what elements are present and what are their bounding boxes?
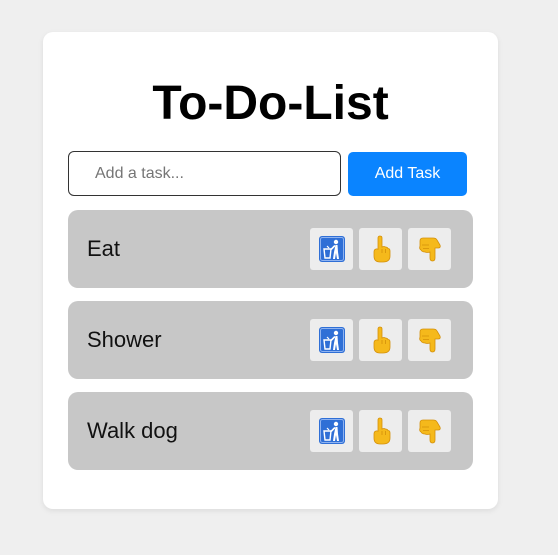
pointing-up-icon: [373, 235, 390, 263]
pointing-down-icon: [418, 237, 441, 262]
task-actions: [310, 228, 451, 270]
move-up-button[interactable]: [359, 319, 402, 361]
task-actions: [310, 319, 451, 361]
litter-in-bin-icon: [318, 327, 345, 353]
task-item: Shower: [68, 301, 473, 379]
pointing-up-icon: [373, 326, 390, 354]
task-label: Eat: [87, 236, 121, 261]
move-up-button[interactable]: [359, 228, 402, 270]
task-label: Shower: [87, 327, 162, 352]
task-list: Eat Shower Walk dog: [68, 210, 473, 483]
delete-task-button[interactable]: [310, 410, 353, 452]
task-label: Walk dog: [87, 418, 178, 443]
task-item: Walk dog: [68, 392, 473, 470]
pointing-up-icon: [373, 417, 390, 445]
move-up-button[interactable]: [359, 410, 402, 452]
todo-card: To-Do-List Add Task Eat: [43, 32, 498, 509]
litter-in-bin-icon: [318, 236, 345, 262]
page-title: To-Do-List: [152, 77, 389, 130]
pointing-down-icon: [418, 419, 441, 444]
move-down-button[interactable]: [408, 319, 451, 361]
move-down-button[interactable]: [408, 410, 451, 452]
task-actions: [310, 410, 451, 452]
move-down-button[interactable]: [408, 228, 451, 270]
task-item: Eat: [68, 210, 473, 288]
task-input[interactable]: [68, 151, 341, 196]
delete-task-button[interactable]: [310, 319, 353, 361]
litter-in-bin-icon: [318, 418, 345, 444]
add-task-button[interactable]: Add Task: [348, 152, 467, 196]
delete-task-button[interactable]: [310, 228, 353, 270]
pointing-down-icon: [418, 328, 441, 353]
